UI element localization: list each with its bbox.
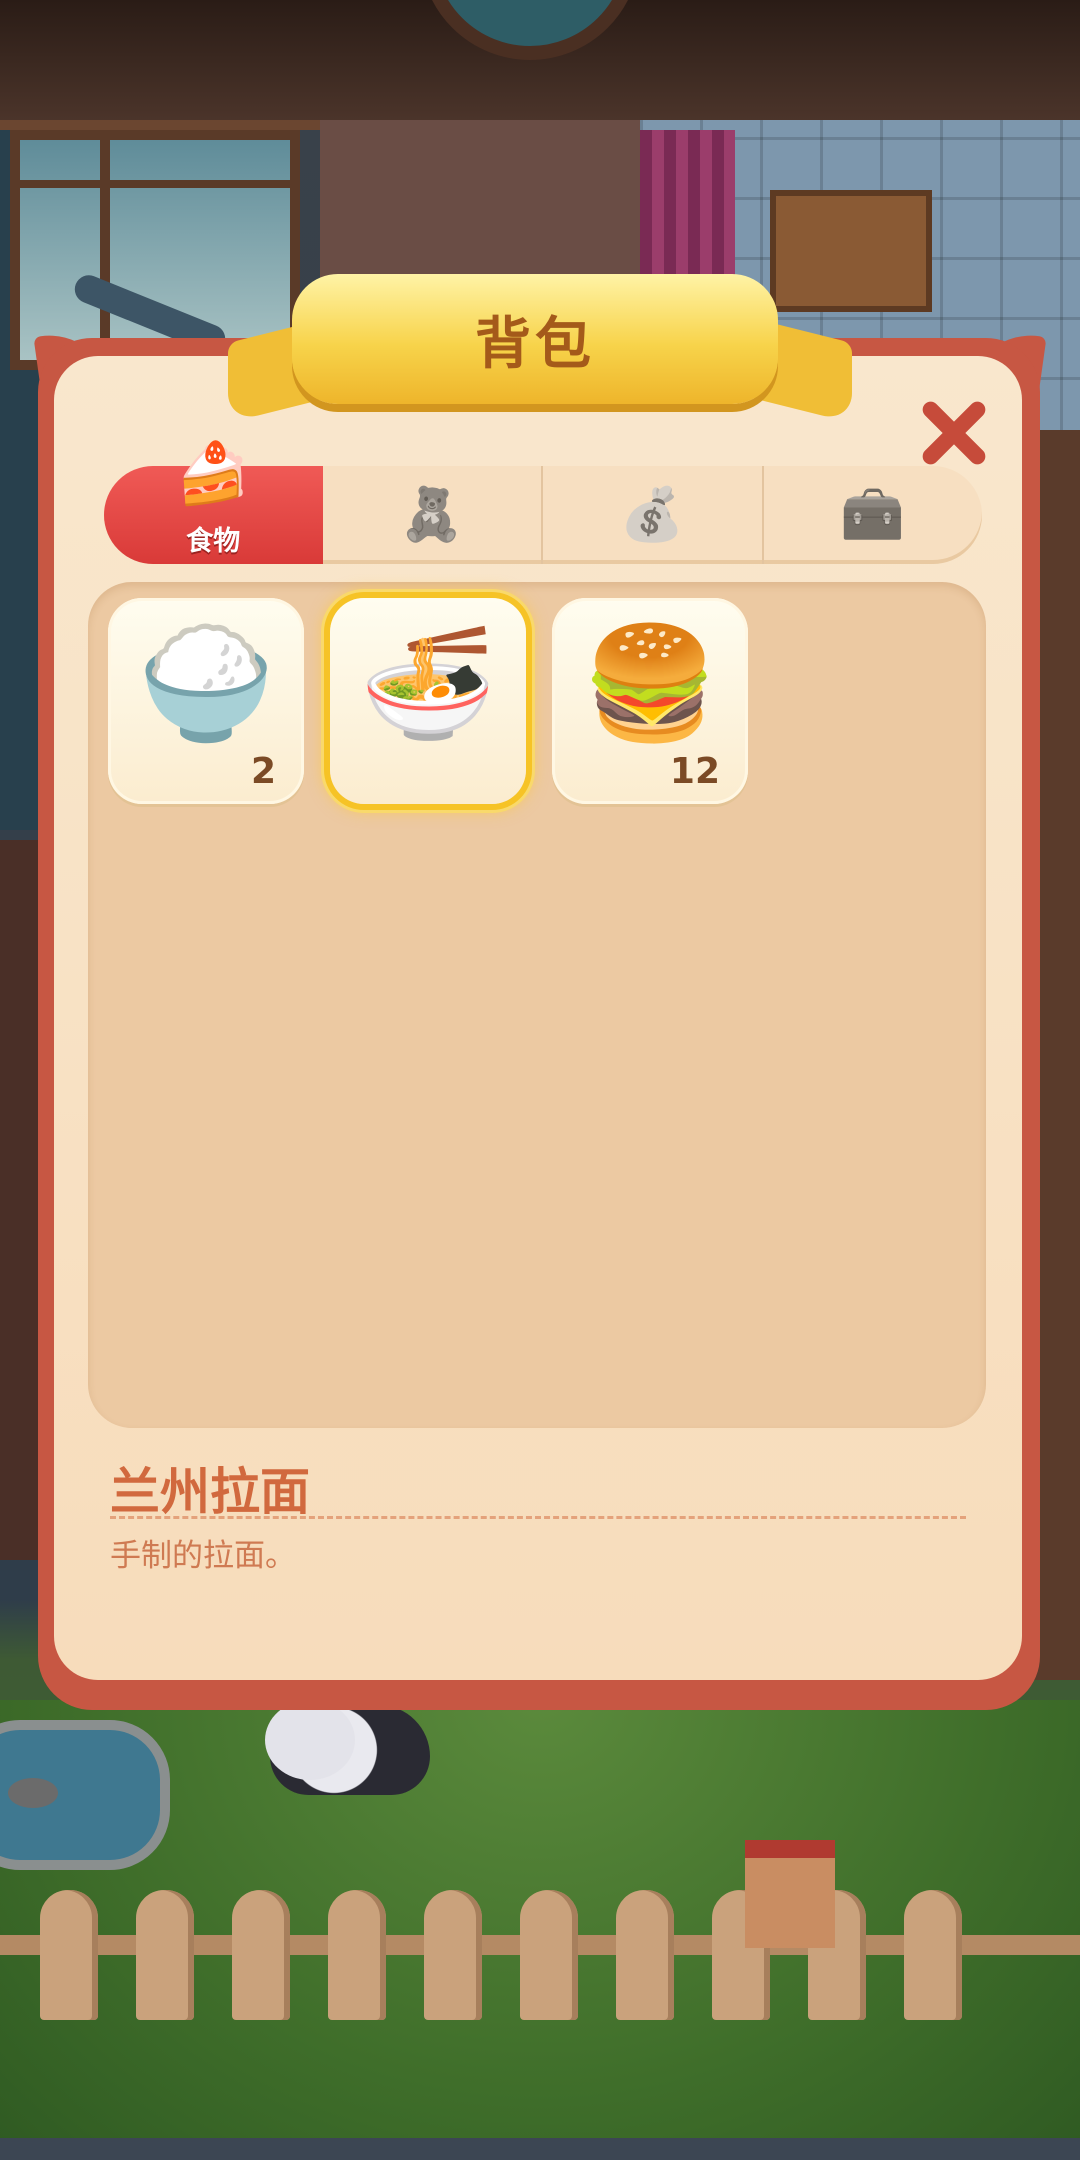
item-description: 手制的拉面。 [110,1538,296,1574]
wall-board [770,190,932,312]
item-count: 12 [669,751,720,792]
panda-head [265,1700,355,1780]
toolbox-icon: 🧰 [840,485,906,545]
fence-picket [136,1890,194,2020]
fence-picket [616,1890,674,2020]
title-ribbon: 背包 [292,274,778,404]
left-pillar [0,840,40,1560]
fence-picket [40,1890,98,2020]
fence-picket [328,1890,386,2020]
tab-food-label: 食物 [186,526,241,557]
inventory-slot-hamburger[interactable]: 🍔 12 [552,598,748,804]
item-count: 2 [250,751,276,792]
fence-picket [904,1890,962,2020]
ramen-bowl-icon: 🍜 [359,619,497,747]
fence-picket [520,1890,578,2020]
teddy-bear-icon: 🧸 [399,485,465,545]
fence [0,1890,1080,2020]
tab-money[interactable]: 💰 [543,466,764,564]
tab-toys[interactable]: 🧸 [323,466,543,564]
close-button[interactable] [918,398,988,468]
tab-food[interactable]: 🍰 食物 [104,444,323,564]
fence-picket [424,1890,482,2020]
tab-tools[interactable]: 🧰 [764,466,983,564]
pond-rock [8,1778,58,1808]
money-bag-icon: 💰 [619,485,685,545]
detail-divider [110,1516,966,1519]
birdhouse [745,1840,835,1948]
cake-icon: 🍰 [175,439,251,509]
inventory-slot-fried-rice[interactable]: 🍚 2 [108,598,304,804]
item-name: 兰州拉面 [110,1463,310,1521]
category-tabs: 🍰 食物 🧸 💰 🧰 [104,444,983,564]
fried-rice-dish-icon: 🍚 [137,619,275,747]
bottom-bar [0,2138,1080,2160]
left-window [10,130,300,370]
fence-picket [232,1890,290,2020]
inventory-slot-ramen[interactable]: 🍜 [330,598,526,804]
hamburger-icon: 🍔 [581,619,719,747]
panel-title: 背包 [475,311,595,377]
